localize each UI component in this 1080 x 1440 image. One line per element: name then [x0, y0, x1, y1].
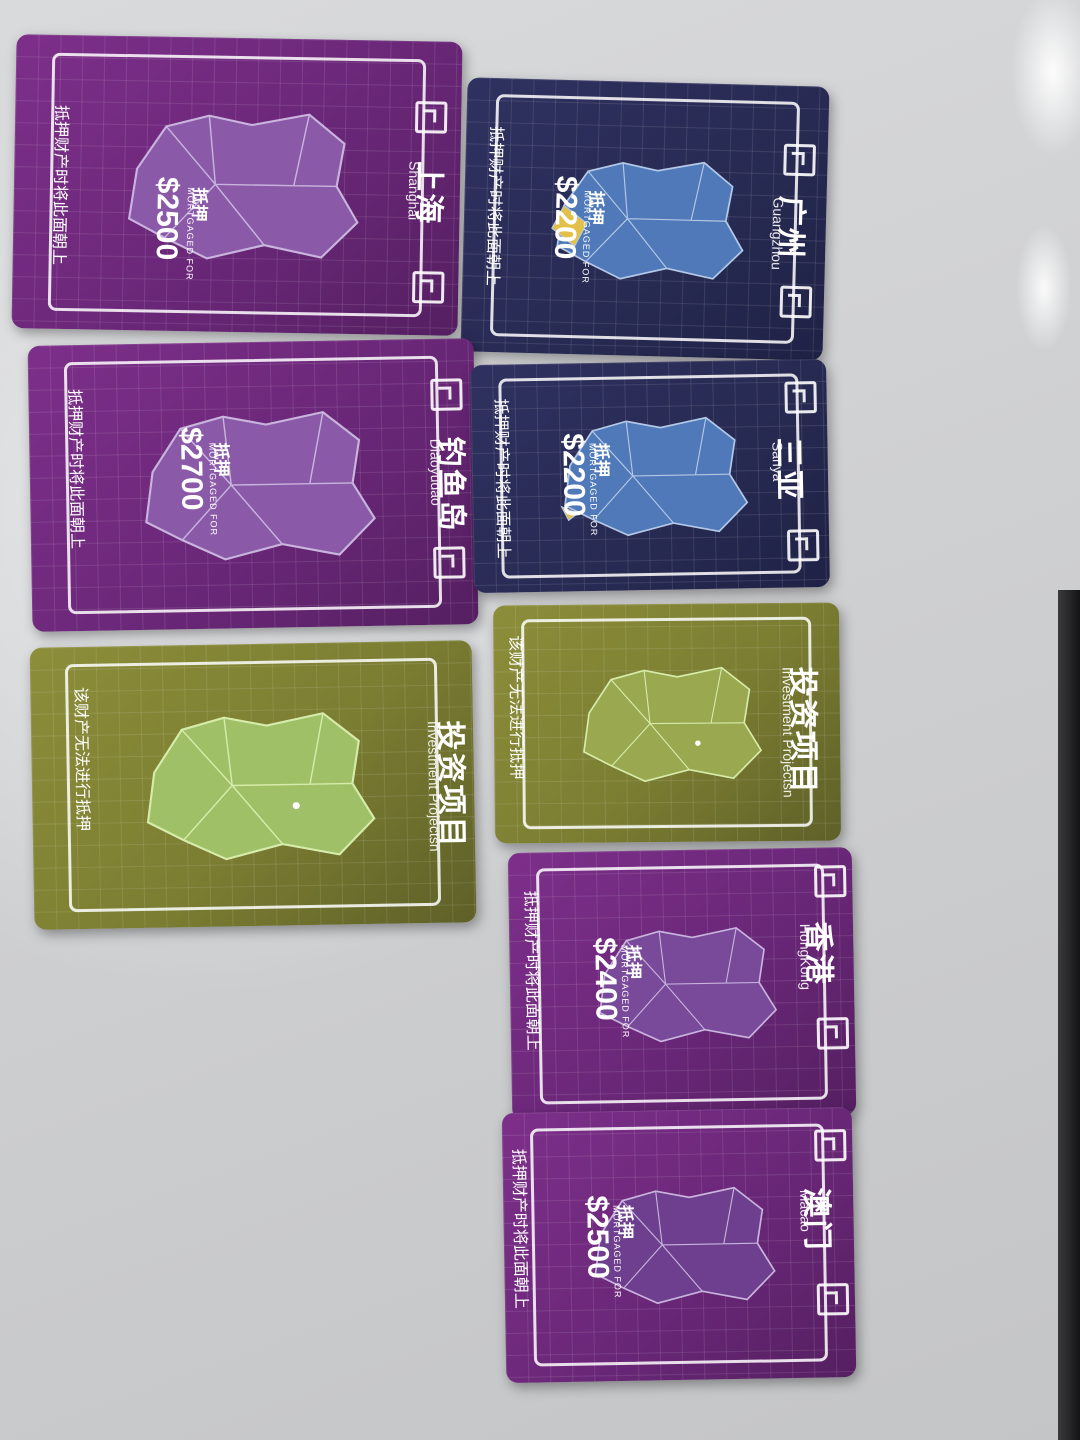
corner-key-icon: [779, 285, 813, 319]
corner-key-icon: [411, 271, 445, 304]
card-investment-right[interactable]: 投资项目 Investment Projectsn 该财产无法进行抵押: [492, 602, 842, 844]
city-name-en: Shanghai: [405, 160, 423, 221]
city-name-en: Diaoyudao: [427, 438, 445, 506]
corner-key-icon: [784, 381, 817, 414]
mortgage-label-en: MORTGAGED FOR: [619, 944, 631, 1039]
city-name-en: HongKong: [796, 923, 815, 991]
dark-edge: [1058, 590, 1080, 1440]
corner-key-icon: [816, 1017, 850, 1050]
map-outline-icon: [128, 113, 359, 260]
corner-key-icon: [414, 101, 448, 134]
card-guangzhou[interactable]: 广州 Guangzhou $2200 抵押 MORTGAGED FOR 抵押财产…: [460, 77, 830, 361]
corner-key-icon: [433, 546, 466, 579]
corner-key-icon: [783, 143, 817, 177]
card-hongkong[interactable]: 香港 HongKong $2400 抵押 MORTGAGED FOR 抵押财产时…: [507, 847, 857, 1121]
card-note: 抵押财产时将此面朝上: [483, 125, 507, 287]
card-sanya[interactable]: 三亚 Sanya $2200 抵押 MORTGAGED FOR 抵押财产时将此面…: [470, 358, 830, 594]
corner-key-icon: [430, 378, 463, 411]
card-note: 抵押财产时将此面朝上: [49, 104, 72, 266]
card-note: 抵押财产时将此面朝上: [521, 890, 544, 1051]
mortgage-price: $2700: [173, 426, 209, 511]
mortgage-label-en: MORTGAGED FOR: [587, 442, 600, 537]
mortgage-price: $2500: [580, 1195, 615, 1280]
mortgage-price: $2200: [556, 433, 591, 518]
card-note: 抵押财产时将此面朝上: [65, 388, 88, 550]
card-note: 该财产无法进行抵押: [71, 686, 93, 832]
corner-key-icon: [786, 529, 820, 562]
city-name-en: Sanya: [769, 441, 787, 482]
corner-key-icon: [816, 1283, 850, 1316]
mortgage-label-en: MORTGAGED FOR: [611, 1205, 623, 1299]
mortgage-label-en: MORTGAGED FOR: [184, 187, 196, 281]
card-note: 抵押财产时将此面朝上: [509, 1148, 532, 1309]
card-macao[interactable]: 澳门 Macao $2500 抵押 MORTGAGED FOR 抵押财产时将此面…: [501, 1106, 857, 1384]
card-investment-left[interactable]: 投资项目 Investment Projectsn 该财产无法进行抵押: [29, 640, 477, 930]
map-outline-icon: [583, 666, 763, 782]
card-shanghai[interactable]: 上海 Shanghai $2500 抵押 MORTGAGED FOR 抵押财产时…: [11, 34, 463, 336]
map-outline-icon: [146, 711, 376, 861]
mortgage-price: $2200: [547, 175, 584, 260]
mortgage-label-en: MORTGAGED FOR: [207, 442, 219, 537]
card-title-en: Investment Projectsn: [779, 666, 797, 798]
plastic-bag: [990, 0, 1080, 360]
corner-key-icon: [814, 1129, 847, 1162]
card-note: 抵押财产时将此面朝上: [491, 398, 514, 559]
map-outline-icon: [145, 411, 377, 561]
card-diaoyudao[interactable]: 钓鱼岛 Diaoyudao $2700 抵押 MORTGAGED FOR 抵押财…: [27, 338, 479, 632]
city-name-en: Macao: [797, 1189, 814, 1232]
mortgage-price: $2500: [149, 176, 185, 261]
card-title-en: Investment Projectsn: [424, 720, 444, 852]
corner-key-icon: [813, 865, 847, 898]
city-name-en: Guangzhou: [768, 197, 787, 271]
mortgage-price: $2400: [588, 937, 623, 1022]
card-note: 该财产无法进行抵押: [506, 635, 527, 780]
